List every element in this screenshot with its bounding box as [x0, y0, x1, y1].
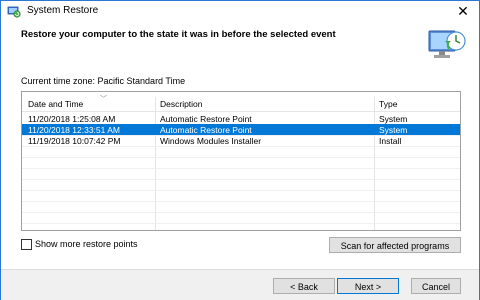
timezone-label: Current time zone: Pacific Standard Time: [21, 76, 186, 86]
window-title: System Restore: [27, 5, 99, 16]
show-more-checkbox[interactable]: [21, 239, 32, 250]
column-header-type[interactable]: Type: [379, 99, 397, 109]
row-type: Install: [379, 136, 402, 146]
row-description: Automatic Restore Point: [160, 114, 252, 124]
restore-computer-icon: [428, 30, 466, 58]
row-description: Windows Modules Installer: [160, 136, 262, 146]
row-date: 11/20/2018 1:25:08 AM: [28, 114, 116, 124]
row-type: System: [379, 125, 408, 135]
close-button[interactable]: ✕: [455, 3, 471, 19]
title-bar: System Restore ✕: [1, 1, 479, 21]
row-type: System: [379, 114, 408, 124]
footer-bar: [1, 269, 479, 300]
empty-row: [22, 212, 460, 224]
column-header-date[interactable]: Date and Time: [28, 99, 83, 109]
restore-points-list[interactable]: Date and Time ﹀ Description Type 11/20/2…: [21, 91, 461, 231]
scan-affected-programs-button[interactable]: Scan for affected programs: [329, 237, 461, 253]
cancel-button[interactable]: Cancel: [411, 278, 461, 294]
close-icon: ✕: [457, 3, 469, 19]
page-title: Restore your computer to the state it wa…: [21, 29, 336, 40]
back-button[interactable]: < Back: [273, 278, 335, 294]
row-date: 11/20/2018 12:33:51 AM: [28, 125, 121, 135]
table-header: Date and Time ﹀ Description Type: [22, 96, 460, 112]
row-date: 11/19/2018 10:07:42 PM: [28, 136, 121, 146]
sort-arrow-icon: ﹀: [100, 96, 107, 103]
next-button[interactable]: Next >: [337, 278, 399, 294]
system-restore-window: System Restore ✕ Restore your computer t…: [0, 0, 480, 300]
row-description: Automatic Restore Point: [160, 125, 252, 135]
system-restore-icon: [7, 6, 21, 18]
column-header-description[interactable]: Description: [160, 99, 203, 109]
show-more-label[interactable]: Show more restore points: [35, 239, 138, 249]
